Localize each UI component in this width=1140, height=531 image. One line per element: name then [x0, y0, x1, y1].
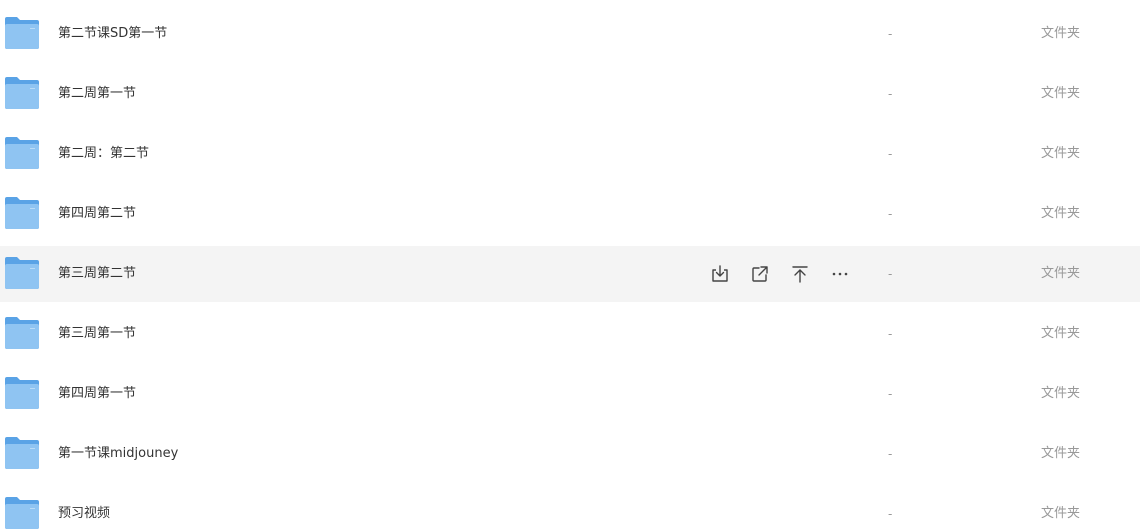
file-type: 文件夹: [1041, 206, 1081, 221]
file-size: -: [888, 87, 893, 101]
row-actions: [700, 246, 860, 302]
file-size: -: [888, 27, 893, 41]
file-size: -: [888, 267, 893, 281]
file-type: 文件夹: [1041, 26, 1081, 41]
download-icon: [712, 265, 728, 282]
file-size: -: [888, 387, 893, 401]
file-type: 文件夹: [1041, 446, 1081, 461]
file-type: 文件夹: [1041, 266, 1081, 281]
folder-icon: [5, 257, 39, 289]
list-item[interactable]: 第四周第二节 - 文件夹: [0, 186, 1140, 242]
file-name[interactable]: 预习视频: [58, 486, 110, 531]
folder-icon: [5, 77, 39, 109]
file-name[interactable]: 第四周第一节: [58, 366, 136, 422]
share-button[interactable]: [740, 246, 780, 302]
file-type: 文件夹: [1041, 146, 1081, 161]
folder-icon: [5, 197, 39, 229]
file-size: -: [888, 507, 893, 521]
folder-icon: [5, 17, 39, 49]
list-item[interactable]: 第四周第一节 - 文件夹: [0, 366, 1140, 422]
list-item[interactable]: 第一节课midjouney - 文件夹: [0, 426, 1140, 482]
more-button[interactable]: [820, 246, 860, 302]
file-name[interactable]: 第一节课midjouney: [58, 426, 178, 482]
file-name[interactable]: 第三周第一节: [58, 306, 136, 362]
list-item[interactable]: 预习视频 - 文件夹: [0, 486, 1140, 531]
file-type: 文件夹: [1041, 86, 1081, 101]
folder-icon: [5, 497, 39, 529]
file-type: 文件夹: [1041, 506, 1081, 521]
more-icon: [832, 272, 848, 276]
file-list: 第二节课SD第一节 - 文件夹 第二周第一节 - 文件夹 第二周：第二节 - 文…: [0, 0, 1140, 531]
folder-icon: [5, 137, 39, 169]
file-type: 文件夹: [1041, 386, 1081, 401]
file-name[interactable]: 第四周第二节: [58, 186, 136, 242]
download-button[interactable]: [700, 246, 740, 302]
list-item[interactable]: 第三周第一节 - 文件夹: [0, 306, 1140, 362]
folder-icon: [5, 377, 39, 409]
file-name[interactable]: 第三周第二节: [58, 246, 136, 302]
file-name[interactable]: 第二周：第二节: [58, 126, 149, 182]
folder-icon: [5, 317, 39, 349]
pin-to-top-button[interactable]: [780, 246, 820, 302]
list-item[interactable]: 第二周：第二节 - 文件夹: [0, 126, 1140, 182]
list-item[interactable]: 第二周第一节 - 文件夹: [0, 66, 1140, 122]
file-size: -: [888, 327, 893, 341]
file-name[interactable]: 第二周第一节: [58, 66, 136, 122]
file-type: 文件夹: [1041, 326, 1081, 341]
list-item-hovered[interactable]: 第三周第二节 - 文件夹: [0, 246, 1140, 302]
file-size: -: [888, 447, 893, 461]
file-size: -: [888, 207, 893, 221]
list-item[interactable]: 第二节课SD第一节 - 文件夹: [0, 6, 1140, 62]
file-size: -: [888, 147, 893, 161]
pin-to-top-icon: [792, 266, 808, 283]
share-icon: [752, 266, 768, 282]
folder-icon: [5, 437, 39, 469]
file-name[interactable]: 第二节课SD第一节: [58, 6, 167, 62]
